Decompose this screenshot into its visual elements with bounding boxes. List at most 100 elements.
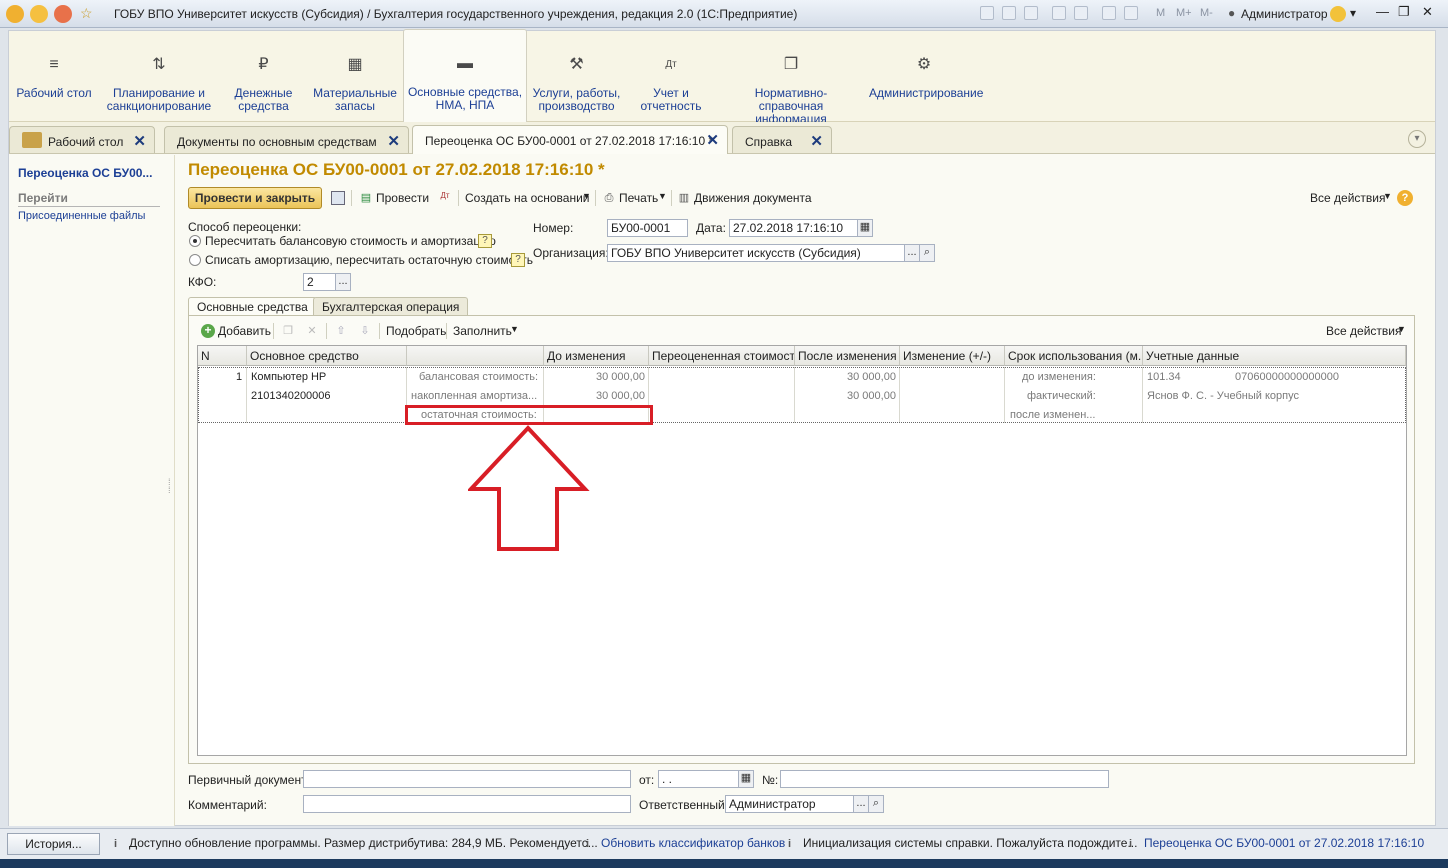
- dropdown-icon[interactable]: ▾: [1350, 6, 1356, 20]
- favorites-add-icon[interactable]: [1052, 6, 1066, 20]
- all-actions-button[interactable]: Все действия: [1310, 191, 1385, 205]
- favorites-icon[interactable]: [1074, 6, 1088, 20]
- column-header[interactable]: Переоцененная стоимость: [649, 346, 795, 366]
- section-accounting[interactable]: Дт Учет и отчетность: [631, 31, 711, 121]
- from-date-input[interactable]: . .: [658, 770, 740, 788]
- method-option-1[interactable]: Пересчитать балансовую стоимость и аморт…: [205, 234, 496, 248]
- calendar-icon[interactable]: ▦: [857, 219, 873, 237]
- tab-documents[interactable]: Документы по основным средствам ✕: [164, 126, 409, 153]
- section-planning[interactable]: ⇅ Планирование и санкционирование: [104, 31, 214, 121]
- nav-attached-files[interactable]: Присоединенные файлы: [18, 210, 145, 222]
- memory-button[interactable]: M: [1156, 7, 1165, 19]
- move-up-icon[interactable]: ⇧: [334, 324, 348, 338]
- delete-icon[interactable]: ✕: [305, 324, 319, 338]
- star-icon[interactable]: ☆: [80, 5, 98, 23]
- splitter-handle[interactable]: ⁞ ⁞: [168, 478, 171, 495]
- minimize-icon[interactable]: —: [1376, 4, 1389, 19]
- memory-minus-button[interactable]: M-: [1200, 7, 1213, 19]
- primary-doc-number-input[interactable]: [780, 770, 1109, 788]
- section-desktop[interactable]: ≡ Рабочий стол: [9, 31, 99, 121]
- section-services[interactable]: ⚒ Услуги, работы, производство: [529, 31, 624, 121]
- status-message-help-init[interactable]: i Инициализация системы справки. Пожалуйс…: [788, 836, 1137, 850]
- close-tab-icon[interactable]: ✕: [133, 132, 146, 150]
- help-icon[interactable]: ?: [478, 234, 492, 248]
- close-icon[interactable]: ✕: [1422, 4, 1433, 20]
- cell-asset-code[interactable]: 2101340200006: [251, 390, 331, 402]
- help-icon[interactable]: ?: [511, 253, 525, 267]
- close-tab-icon[interactable]: ✕: [706, 131, 719, 149]
- column-header[interactable]: Изменение (+/-): [900, 346, 1005, 366]
- dt-kt-icon[interactable]: Дт: [438, 189, 452, 203]
- tab-help[interactable]: Справка ✕: [732, 126, 832, 153]
- user-name[interactable]: Администратор: [1241, 7, 1328, 21]
- section-fixed-assets[interactable]: ▬ Основные средства, НМА, НПА: [403, 29, 527, 122]
- comment-input[interactable]: [303, 795, 631, 813]
- cell-account[interactable]: 101.34: [1147, 371, 1181, 383]
- move-down-icon[interactable]: ⇩: [358, 324, 372, 338]
- create-based-on-button[interactable]: Создать на основании: [465, 191, 590, 205]
- column-header[interactable]: После изменения: [795, 346, 900, 366]
- post-and-close-button[interactable]: Провести и закрыть: [188, 187, 322, 209]
- status-message-document[interactable]: i Переоценка ОС БУ00-0001 от 27.02.2018 1…: [1129, 836, 1424, 850]
- tabs-menu-icon[interactable]: ▾: [1408, 130, 1426, 148]
- record-icon[interactable]: [54, 5, 72, 23]
- section-money[interactable]: ₽ Денежные средства: [221, 31, 306, 121]
- print-button[interactable]: Печать: [619, 191, 658, 205]
- kfo-select-button[interactable]: ...: [335, 273, 351, 291]
- save-icon[interactable]: [331, 191, 345, 205]
- status-message-banks[interactable]: i Обновить классификатор банков: [586, 836, 785, 850]
- help-icon[interactable]: ?: [1397, 190, 1413, 206]
- cell-person[interactable]: Яснов Ф. С. - Учебный корпус: [1147, 390, 1299, 402]
- document-movements-button[interactable]: Движения документа: [694, 191, 812, 205]
- search-icon[interactable]: ⌕: [868, 795, 884, 813]
- column-header[interactable]: До изменения: [544, 346, 649, 366]
- column-header[interactable]: Учетные данные: [1143, 346, 1406, 366]
- tab-accounting-operation[interactable]: Бухгалтерская операция: [313, 297, 469, 315]
- cell-after[interactable]: 30 000,00: [847, 390, 896, 402]
- calendar-icon[interactable]: ▦: [738, 770, 754, 788]
- restore-icon[interactable]: ❐: [1398, 4, 1410, 20]
- calculator-icon[interactable]: [1102, 6, 1116, 20]
- cell-before[interactable]: 30 000,00: [596, 390, 645, 402]
- tab-fixed-assets[interactable]: Основные средства: [188, 297, 317, 316]
- save-icon[interactable]: [980, 6, 994, 20]
- add-button[interactable]: Добавить: [218, 324, 271, 338]
- method-option-2[interactable]: Списать амортизацию, пересчитать остаточ…: [205, 253, 533, 267]
- main-menu-icon[interactable]: [30, 5, 48, 23]
- column-header[interactable]: Основное средство: [247, 346, 407, 366]
- responsible-select-button[interactable]: ...: [853, 795, 869, 813]
- status-message-update[interactable]: i Доступно обновление программы. Размер д…: [114, 836, 598, 850]
- primary-doc-input[interactable]: [303, 770, 631, 788]
- calendar-icon[interactable]: [1124, 6, 1138, 20]
- post-button[interactable]: Провести: [376, 191, 429, 205]
- copy-icon[interactable]: ❐: [281, 324, 295, 338]
- cell-account-code[interactable]: 07060000000000000: [1235, 371, 1339, 383]
- table-all-actions-button[interactable]: Все действия: [1326, 324, 1401, 338]
- tab-desktop[interactable]: Рабочий стол ✕: [9, 126, 155, 153]
- tab-revaluation[interactable]: Переоценка ОС БУ00-0001 от 27.02.2018 17…: [412, 125, 728, 154]
- section-materials[interactable]: ▦ Материальные запасы: [309, 31, 401, 121]
- pick-button[interactable]: Подобрать: [386, 324, 446, 338]
- print-icon[interactable]: [1002, 6, 1016, 20]
- preview-icon[interactable]: [1024, 6, 1038, 20]
- close-tab-icon[interactable]: ✕: [810, 132, 823, 150]
- section-reference[interactable]: ❐ Нормативно-справочная информация: [723, 31, 859, 126]
- org-select-button[interactable]: ...: [904, 244, 920, 262]
- close-tab-icon[interactable]: ✕: [387, 132, 400, 150]
- method-radio-2[interactable]: [189, 254, 201, 266]
- method-radio-1[interactable]: [189, 235, 201, 247]
- cell-after[interactable]: 30 000,00: [847, 371, 896, 383]
- number-input[interactable]: БУ00-0001: [607, 219, 688, 237]
- cell-before[interactable]: 30 000,00: [596, 371, 645, 383]
- search-icon[interactable]: ⌕: [919, 244, 935, 262]
- column-header[interactable]: N: [198, 346, 247, 366]
- organization-input[interactable]: ГОБУ ВПО Университет искусств (Субсидия): [607, 244, 905, 262]
- kfo-input[interactable]: 2: [303, 273, 336, 291]
- cell-asset-name[interactable]: Компьютер HP: [251, 371, 326, 383]
- nav-current-doc[interactable]: Переоценка ОС БУ00...: [18, 166, 152, 180]
- responsible-input[interactable]: Администратор: [725, 795, 854, 813]
- section-admin[interactable]: ⚙ Администрирование: [869, 31, 983, 121]
- date-input[interactable]: 27.02.2018 17:16:10: [729, 219, 859, 237]
- info-icon[interactable]: [1330, 6, 1346, 22]
- memory-plus-button[interactable]: M+: [1176, 7, 1192, 19]
